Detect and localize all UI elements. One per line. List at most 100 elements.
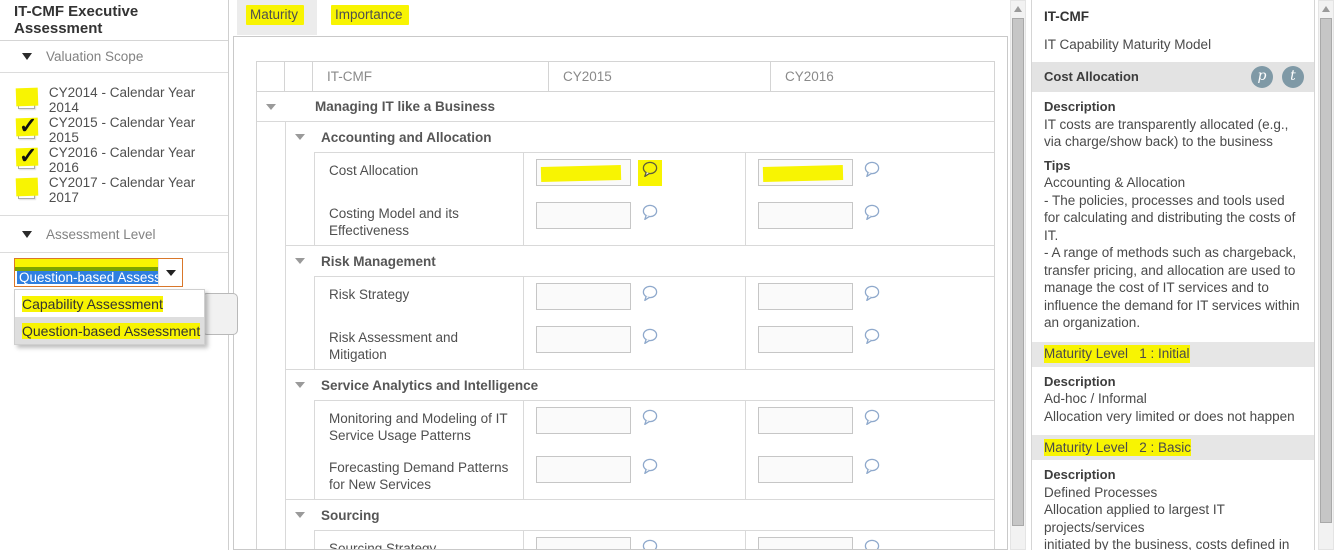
scroll-thumb[interactable]	[1012, 18, 1024, 526]
comment-bubble[interactable]	[638, 160, 662, 186]
vertical-scrollbar[interactable]	[1318, 0, 1334, 550]
dropdown-option[interactable]: Capability Assessment	[15, 290, 204, 317]
section-assessment-level[interactable]: Assessment Level	[0, 216, 228, 253]
subgroup-row[interactable]: Accounting and Allocation	[286, 122, 994, 152]
practices-icon[interactable]: p	[1251, 66, 1273, 88]
comment-bubble-icon[interactable]	[640, 160, 660, 180]
level-description-text: Ad-hoc / InformalAllocation very limited…	[1032, 390, 1314, 425]
comment-bubble[interactable]	[860, 203, 884, 229]
level-description-line: Ad-hoc / Informal	[1044, 390, 1304, 408]
comment-bubble-icon[interactable]	[862, 327, 882, 347]
assessment-level-select[interactable]: Question-based Assessm	[14, 258, 183, 287]
subgroup: SourcingSourcing Strategy	[286, 500, 994, 550]
comment-bubble-icon[interactable]	[640, 408, 660, 428]
comment-bubble[interactable]	[638, 408, 662, 434]
comment-bubble-icon[interactable]	[640, 203, 660, 223]
scope-item[interactable]: ✓CY2015 - Calendar Year 2015	[0, 115, 228, 145]
comment-bubble-icon[interactable]	[862, 538, 882, 550]
subgroup-row[interactable]: Sourcing	[286, 500, 994, 530]
maturity-input[interactable]	[758, 326, 853, 353]
maturity-input[interactable]	[536, 159, 631, 186]
hidden-button[interactable]	[202, 293, 238, 335]
tips-icon[interactable]: t	[1282, 66, 1304, 88]
assessment-level-label: Assessment Level	[46, 227, 156, 242]
comment-bubble[interactable]	[860, 327, 884, 353]
maturity-input[interactable]	[758, 407, 853, 434]
capability-label: Risk Strategy	[315, 277, 523, 320]
value-cell-cy2015	[523, 153, 745, 196]
comment-bubble-icon[interactable]	[640, 327, 660, 347]
comment-bubble[interactable]	[638, 457, 662, 483]
maturity-input[interactable]	[536, 407, 631, 434]
header-cy2015: CY2015	[549, 62, 771, 91]
scroll-up-button[interactable]	[1011, 1, 1025, 17]
subgroup-body: Cost AllocationCosting Model and its Eff…	[314, 152, 994, 245]
maturity-input[interactable]	[758, 202, 853, 229]
vertical-scrollbar[interactable]	[1010, 0, 1026, 550]
comment-bubble-icon[interactable]	[862, 457, 882, 477]
comment-bubble-icon[interactable]	[640, 457, 660, 477]
maturity-input[interactable]	[536, 202, 631, 229]
checkbox[interactable]: ✓	[18, 152, 35, 169]
main-area: Maturity Importance IT-CMF CY2015 CY2016…	[233, 0, 1008, 550]
collapse-arrow-icon[interactable]	[295, 258, 305, 264]
maturity-input[interactable]	[758, 159, 853, 186]
section-valuation-scope[interactable]: Valuation Scope	[0, 41, 228, 73]
collapse-arrow-icon[interactable]	[295, 382, 305, 388]
level-description-line: Defined Processes	[1044, 484, 1304, 502]
select-arrow-zone[interactable]	[158, 259, 182, 286]
collapse-triangle-icon[interactable]	[22, 231, 32, 238]
comment-bubble-icon[interactable]	[640, 284, 660, 304]
value-cell-cy2016	[745, 450, 968, 499]
checkbox[interactable]: ✓	[18, 122, 35, 139]
maturity-input[interactable]	[536, 283, 631, 310]
comment-bubble[interactable]	[860, 160, 884, 186]
comment-bubble[interactable]	[638, 538, 662, 550]
capability-label: Risk Assessment and Mitigation	[315, 320, 523, 369]
scroll-up-icon	[1014, 6, 1022, 12]
maturity-level-text: Maturity Level 1 : Initial	[1044, 345, 1190, 363]
comment-bubble-icon[interactable]	[862, 160, 882, 180]
subgroup-row[interactable]: Risk Management	[286, 246, 994, 276]
collapse-arrow-icon[interactable]	[295, 134, 305, 140]
comment-bubble-icon[interactable]	[862, 284, 882, 304]
maturity-input[interactable]	[536, 326, 631, 353]
capability-header-bar: Cost Allocation p t	[1032, 62, 1314, 92]
maturity-input[interactable]	[536, 456, 631, 483]
capability-row: Forecasting Demand Patterns for New Serv…	[315, 450, 994, 499]
tab-maturity-label[interactable]: Maturity	[246, 7, 304, 22]
dropdown-option[interactable]: Question-based Assessment	[15, 317, 204, 344]
comment-bubble-icon[interactable]	[862, 203, 882, 223]
header-cy2016: CY2016	[771, 62, 994, 91]
checkbox-highlight	[16, 177, 39, 196]
comment-bubble[interactable]	[638, 203, 662, 229]
collapse-arrow-icon[interactable]	[295, 512, 305, 518]
scope-item[interactable]: CY2014 - Calendar Year 2014	[0, 85, 228, 115]
tab-importance-label[interactable]: Importance	[331, 7, 409, 22]
scope-item[interactable]: ✓CY2016 - Calendar Year 2016	[0, 145, 228, 175]
comment-bubble-icon[interactable]	[640, 538, 660, 550]
comment-bubble[interactable]	[638, 284, 662, 310]
maturity-input[interactable]	[758, 456, 853, 483]
collapse-arrow-icon[interactable]	[266, 104, 276, 110]
collapse-triangle-icon[interactable]	[22, 53, 32, 60]
subgroup: Risk ManagementRisk StrategyRisk Assessm…	[286, 246, 994, 370]
scroll-thumb[interactable]	[1320, 18, 1332, 523]
subgroup-row[interactable]: Service Analytics and Intelligence	[286, 370, 994, 400]
maturity-input[interactable]	[758, 537, 853, 550]
scope-item[interactable]: CY2017 - Calendar Year 2017	[0, 175, 228, 205]
group-row[interactable]: Managing IT like a Business	[257, 92, 994, 122]
maturity-input[interactable]	[758, 283, 853, 310]
checkbox[interactable]	[18, 182, 35, 199]
comment-bubble[interactable]	[860, 408, 884, 434]
comment-bubble[interactable]	[860, 284, 884, 310]
value-cell-cy2016	[745, 320, 968, 369]
checkbox[interactable]	[18, 92, 35, 109]
capability-label: Cost Allocation	[315, 153, 523, 196]
scroll-up-button[interactable]	[1319, 1, 1333, 17]
maturity-input[interactable]	[536, 537, 631, 550]
comment-bubble[interactable]	[638, 327, 662, 353]
comment-bubble-icon[interactable]	[862, 408, 882, 428]
comment-bubble[interactable]	[860, 457, 884, 483]
comment-bubble[interactable]	[860, 538, 884, 550]
